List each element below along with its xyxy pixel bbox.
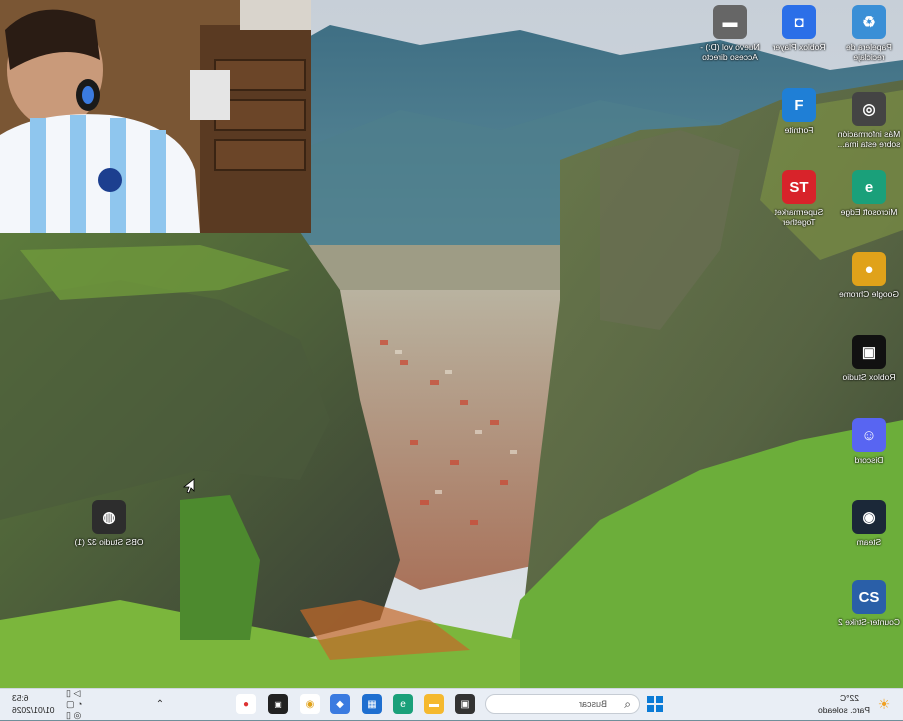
supermarket-icon: ST [782,170,816,204]
clock-date[interactable]: 01/01/2026 [12,705,55,715]
chrome-icon: ● [852,252,886,286]
desktop-icon-chrome[interactable]: ● Google Chrome [832,252,903,299]
desktop-icon-label: Microsoft Edge [840,207,898,217]
steam-icon: ◉ [852,500,886,534]
taskbar [0,688,903,720]
obs-taskbar-icon[interactable]: ● [236,694,256,714]
discord-icon: ☺ [852,418,886,452]
tray-icons[interactable]: ▯ ◁ ▢ ◔ ▯ ◎ [66,688,86,720]
mouse-cursor-icon [183,478,195,494]
desktop-icon-label: Más información sobre esta ima... [837,129,901,149]
desktop-icon-roblox-studio[interactable]: ▣ Roblox Studio [832,335,903,382]
start-button[interactable] [645,694,665,714]
desktop-icon-label: Nuevo vol (D:) - Acceso directo [700,42,760,62]
search-placeholder: Buscar [578,699,607,709]
desktop-icon-obs[interactable]: ◍ OBS Studio 32 (1) [72,500,146,547]
desktop-icon-label: Fortnite [784,125,814,135]
desktop-icon-steam[interactable]: ◉ Steam [832,500,903,547]
roblox-player-icon: ◘ [782,5,816,39]
weather-temp[interactable]: 22°C [840,693,859,703]
desktop-icon-discord[interactable]: ☺ Discord [832,418,903,465]
chevron-up-icon[interactable]: ⌃ [150,694,170,714]
new-shortcut-icon: ▬ [713,5,747,39]
desktop-icon-roblox-player[interactable]: ◘ Roblox Player [762,5,836,52]
desktop-icon-label: Google Chrome [839,289,900,299]
obs-icon: ◍ [92,500,126,534]
app-taskbar-icon[interactable]: ▦ [362,694,382,714]
desktop-icon-edge[interactable]: e Microsoft Edge [832,170,903,217]
fortnite-icon: F [782,88,816,122]
counter-strike-icon: CS [852,580,886,614]
desktop-icon-label: Roblox Studio [842,372,896,382]
desktop-icon-supermarket[interactable]: ST Supermarket Together [762,170,836,227]
desktop-icon-label: Supermarket Together [774,207,824,227]
search-icon: ⌕ [624,697,631,711]
spotlight-info-icon: ◎ [852,92,886,126]
store-taskbar-icon[interactable]: ◆ [330,694,350,714]
webcam-overlay [0,0,311,233]
desktop-icon-new-shortcut[interactable]: ▬ Nuevo vol (D:) - Acceso directo [693,5,767,62]
roblox-studio-icon: ▣ [852,335,886,369]
desktop-icon-counter-strike[interactable]: CS Counter-Strike 2 [832,580,903,627]
task-view-icon[interactable]: ▣ [455,694,475,714]
desktop-icon-label: Discord [854,455,884,465]
search-box[interactable]: Buscar ⌕ [485,694,640,714]
desktop-icon-recycle-bin[interactable]: ♻ Papelera de reciclaje [832,5,903,62]
clock-time[interactable]: 6:53 [12,693,29,703]
desktop-icon-label: OBS Studio 32 (1) [74,537,144,547]
chrome-taskbar-icon[interactable]: ◉ [300,694,320,714]
edge-taskbar-icon[interactable]: e [393,694,413,714]
recycle-bin-icon: ♻ [852,5,886,39]
weather-sun-icon[interactable]: ☀ [874,694,894,714]
weather-desc[interactable]: Parc. soleado [818,705,870,715]
windows-logo-icon [647,696,663,712]
edge-icon: e [852,170,886,204]
desktop-icon-label: Steam [856,537,882,547]
desktop-icon-label: Counter-Strike 2 [838,617,900,627]
roblox-taskbar-icon[interactable]: ▣ [268,694,288,714]
desktop-icon-fortnite[interactable]: F Fortnite [762,88,836,135]
desktop-icon-label: Roblox Player [772,42,826,52]
desktop-icon-label: Papelera de reciclaje [846,42,892,62]
desktop-icon-spotlight-info[interactable]: ◎ Más información sobre esta ima... [832,92,903,149]
file-explorer-icon[interactable]: ▬ [424,694,444,714]
